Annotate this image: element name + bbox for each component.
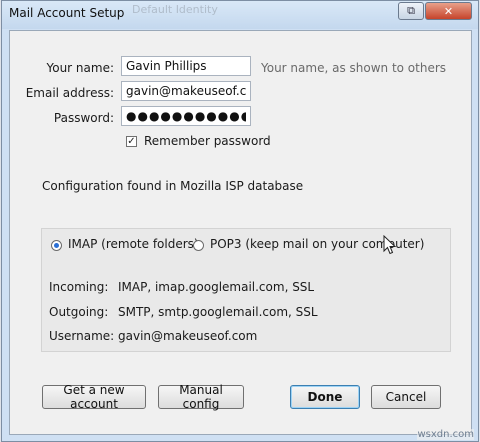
done-button[interactable]: Done (290, 385, 360, 409)
dialog-content: Your name: Your name, as shown to others… (9, 30, 472, 435)
email-label: Email address: (25, 86, 114, 100)
cancel-button[interactable]: Cancel (371, 385, 441, 409)
username-label: Username: (49, 329, 115, 343)
window-close-button[interactable]: ✕ (425, 2, 472, 20)
name-input[interactable] (121, 56, 251, 76)
mouse-cursor-icon (383, 235, 397, 255)
window-restore-button[interactable]: ⧉ (398, 2, 424, 20)
remember-password-checkbox[interactable]: ✓ (126, 136, 137, 147)
outgoing-label: Outgoing: (49, 305, 109, 319)
close-icon: ✕ (443, 4, 454, 18)
password-input[interactable] (121, 106, 251, 126)
checkmark-icon: ✓ (127, 135, 136, 147)
config-status-message: Configuration found in Mozilla ISP datab… (42, 179, 304, 193)
name-label: Your name: (46, 61, 114, 75)
pop3-radio[interactable] (193, 240, 204, 251)
manual-config-button[interactable]: Manual config (158, 383, 244, 411)
background-window-text: Default Identity (132, 3, 218, 16)
watermark: wsxdn.com (417, 429, 474, 440)
password-label: Password: (53, 111, 114, 125)
name-hint: Your name, as shown to others (261, 61, 447, 75)
imap-radio[interactable] (51, 240, 62, 251)
outgoing-value: SMTP, smtp.googlemail.com, SSL (118, 305, 318, 319)
restore-icon: ⧉ (407, 4, 415, 17)
email-input[interactable] (121, 81, 251, 101)
incoming-value: IMAP, imap.googlemail.com, SSL (118, 280, 315, 294)
mail-account-setup-dialog: Mail Account Setup Default Identity ⧉ ✕ … (1, 0, 479, 442)
username-value: gavin@makeuseof.com (118, 329, 258, 343)
get-new-account-button[interactable]: Get a new account (42, 383, 146, 411)
title-bar[interactable]: Mail Account Setup Default Identity ⧉ ✕ (2, 1, 478, 29)
remember-password-label[interactable]: Remember password (144, 134, 271, 148)
imap-radio-label[interactable]: IMAP (remote folders) (68, 237, 199, 251)
incoming-label: Incoming: (49, 280, 109, 294)
window-title: Mail Account Setup (9, 6, 125, 20)
